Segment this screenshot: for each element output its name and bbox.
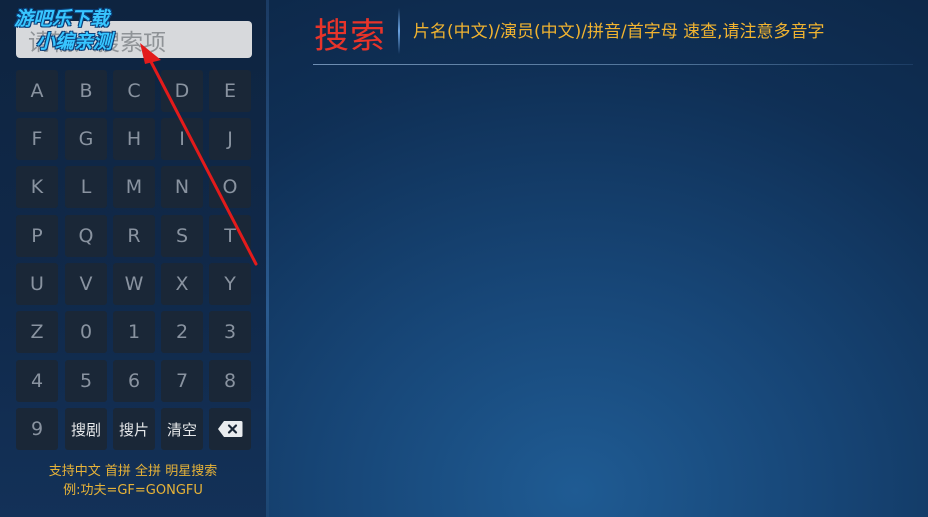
key-21[interactable]: V — [65, 263, 107, 305]
key-19[interactable]: T — [209, 215, 251, 257]
key-26[interactable]: 0 — [65, 311, 107, 353]
key-37[interactable]: 搜片 — [113, 408, 155, 450]
key-2[interactable]: C — [113, 70, 155, 112]
key-7[interactable]: H — [113, 118, 155, 160]
key-8[interactable]: I — [161, 118, 203, 160]
on-screen-keyboard: A B C D E F G H I J K L M N O P Q R S T U V W X Y Z 0 1 2 3 4 5 6 7 8 9 搜剧 搜片… — [16, 70, 254, 452]
key-25[interactable]: Z — [16, 311, 58, 353]
key-36[interactable]: 搜剧 — [65, 408, 107, 450]
key-34[interactable]: 8 — [209, 360, 251, 402]
hint-line-1: 支持中文 首拼 全拼 明星搜索 — [48, 464, 218, 479]
key-10[interactable]: K — [16, 166, 58, 208]
key-12[interactable]: M — [113, 166, 155, 208]
watermark: 游吧乐下载 小编亲测 — [14, 8, 154, 54]
header-separator — [398, 8, 400, 54]
key-28[interactable]: 2 — [161, 311, 203, 353]
key-30[interactable]: 4 — [16, 360, 58, 402]
key-23[interactable]: X — [161, 263, 203, 305]
key-15[interactable]: P — [16, 215, 58, 257]
key-35[interactable]: 9 — [16, 408, 58, 450]
key-32[interactable]: 6 — [113, 360, 155, 402]
key-16[interactable]: Q — [65, 215, 107, 257]
key-14[interactable]: O — [209, 166, 251, 208]
panel-divider — [266, 0, 269, 517]
key-6[interactable]: G — [65, 118, 107, 160]
backspace-key[interactable] — [209, 408, 251, 450]
key-4[interactable]: E — [209, 70, 251, 112]
backspace-icon — [218, 421, 243, 437]
key-3[interactable]: D — [161, 70, 203, 112]
search-hint: 片名(中文)/演员(中文)/拼音/首字母 速查,请注意多音字 — [413, 22, 825, 42]
key-18[interactable]: S — [161, 215, 203, 257]
header-divider — [313, 64, 913, 65]
page-title: 搜索 — [314, 17, 387, 57]
key-24[interactable]: Y — [209, 263, 251, 305]
key-17[interactable]: R — [113, 215, 155, 257]
key-11[interactable]: L — [65, 166, 107, 208]
key-22[interactable]: W — [113, 263, 155, 305]
key-20[interactable]: U — [16, 263, 58, 305]
key-38[interactable]: 清空 — [161, 408, 203, 450]
key-29[interactable]: 3 — [209, 311, 251, 353]
key-1[interactable]: B — [65, 70, 107, 112]
hint-line-2: 例:功夫=GF=GONGFU — [63, 483, 203, 498]
key-9[interactable]: J — [209, 118, 251, 160]
key-5[interactable]: F — [16, 118, 58, 160]
key-27[interactable]: 1 — [113, 311, 155, 353]
key-13[interactable]: N — [161, 166, 203, 208]
watermark-line2: 小编亲测 — [36, 31, 113, 53]
key-31[interactable]: 5 — [65, 360, 107, 402]
key-33[interactable]: 7 — [161, 360, 203, 402]
watermark-line1: 游吧乐下载 — [14, 8, 110, 30]
key-0[interactable]: A — [16, 70, 58, 112]
